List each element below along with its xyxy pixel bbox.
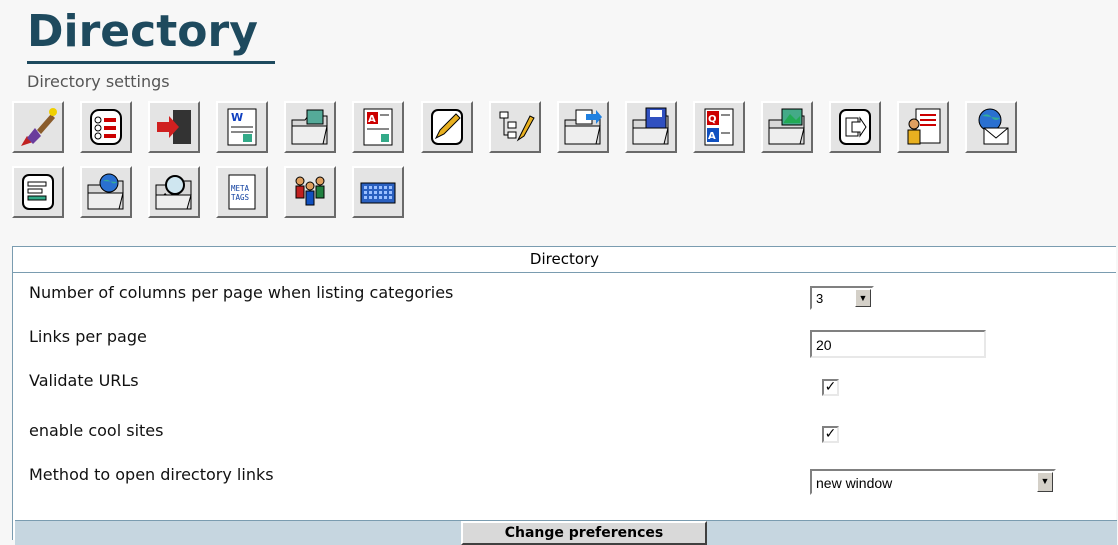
- links-per-page-input[interactable]: 20: [810, 330, 986, 358]
- cool-sites-checkbox[interactable]: ✓: [822, 426, 839, 443]
- columns-select-value: 3: [816, 291, 824, 306]
- toolbar-row-1: W A Q A: [12, 98, 1112, 163]
- setting-label-open-method: Method to open directory links: [29, 465, 274, 484]
- directory-settings-panel: Directory Number of columns per page whe…: [12, 246, 1117, 545]
- gallery-folder-button[interactable]: [761, 101, 814, 153]
- faq-icon: Q A: [704, 108, 734, 146]
- tags-label: TAGS: [231, 193, 250, 202]
- save-folder-button[interactable]: [624, 101, 677, 153]
- columns-select[interactable]: 3 ▼: [810, 286, 874, 310]
- image-folder-button[interactable]: [284, 101, 337, 153]
- word-document-button[interactable]: W: [216, 101, 269, 153]
- meta-tags-button[interactable]: META TAGS: [216, 166, 269, 218]
- svg-text:A: A: [708, 131, 716, 142]
- meta-label: META: [231, 184, 250, 193]
- article-icon: A: [363, 108, 393, 146]
- export-icon: [839, 109, 872, 145]
- magic-wand-icon: [21, 108, 57, 146]
- page-title: Directory: [27, 6, 258, 57]
- calendar-icon: [360, 182, 396, 204]
- user-document-button[interactable]: [897, 101, 950, 153]
- article-button[interactable]: A: [352, 101, 405, 153]
- panel-footer: Change preferences: [15, 520, 1117, 545]
- exit-button[interactable]: [148, 101, 201, 153]
- globe-mail-icon: [978, 108, 1009, 145]
- svg-text:A: A: [368, 114, 376, 125]
- setting-label-validate-urls: Validate URLs: [29, 371, 139, 390]
- structure-tree-icon: [499, 111, 535, 142]
- page-subtitle: Directory settings: [27, 72, 170, 91]
- search-folder-button[interactable]: [148, 166, 201, 218]
- exit-door-icon: [157, 110, 192, 144]
- export-button[interactable]: [829, 101, 882, 153]
- edit-pencil-icon: [430, 109, 463, 145]
- faq-button[interactable]: Q A: [692, 101, 745, 153]
- svg-text:Q: Q: [708, 114, 717, 125]
- setting-label-cool-sites: enable cool sites: [29, 421, 164, 440]
- setting-label-links-per-page: Links per page: [29, 327, 147, 346]
- send-folder-button[interactable]: [556, 101, 609, 153]
- image-folder-icon: [291, 109, 328, 145]
- title-underline: [27, 61, 275, 64]
- list-button[interactable]: [80, 101, 133, 153]
- users-group-button[interactable]: [284, 166, 337, 218]
- change-preferences-button[interactable]: Change preferences: [461, 521, 707, 545]
- edit-button[interactable]: [420, 101, 473, 153]
- magic-wand-button[interactable]: [12, 101, 64, 153]
- calendar-button[interactable]: [352, 166, 405, 218]
- align-left-button[interactable]: [12, 166, 64, 218]
- validate-urls-checkbox[interactable]: ✓: [822, 379, 839, 396]
- open-method-select-value: new window: [816, 475, 893, 491]
- globe-mail-button[interactable]: [965, 101, 1018, 153]
- toolbar-row-2: META TAGS: [12, 163, 1112, 228]
- gallery-folder-icon: [768, 108, 805, 145]
- admin-toolbar: W A Q A META TAGS: [12, 98, 1112, 228]
- panel-header: Directory: [13, 247, 1116, 273]
- globe-folder-icon: [87, 173, 124, 210]
- globe-folder-button[interactable]: [80, 166, 133, 218]
- word-document-icon: W: [227, 108, 257, 146]
- align-left-icon: [22, 174, 54, 210]
- users-group-icon: [295, 176, 325, 206]
- chevron-down-icon[interactable]: ▼: [855, 289, 871, 307]
- list-icon: [90, 109, 123, 145]
- svg-text:W: W: [231, 111, 243, 124]
- user-document-icon: [907, 108, 941, 145]
- setting-label-columns: Number of columns per page when listing …: [29, 283, 454, 302]
- chevron-down-icon[interactable]: ▼: [1037, 472, 1053, 492]
- structure-button[interactable]: [488, 101, 541, 153]
- open-method-select[interactable]: new window ▼: [810, 469, 1056, 495]
- send-folder-icon: [564, 109, 602, 145]
- search-folder-icon: [155, 175, 192, 210]
- meta-tags-icon: META TAGS: [228, 174, 256, 210]
- save-folder-icon: [632, 107, 669, 145]
